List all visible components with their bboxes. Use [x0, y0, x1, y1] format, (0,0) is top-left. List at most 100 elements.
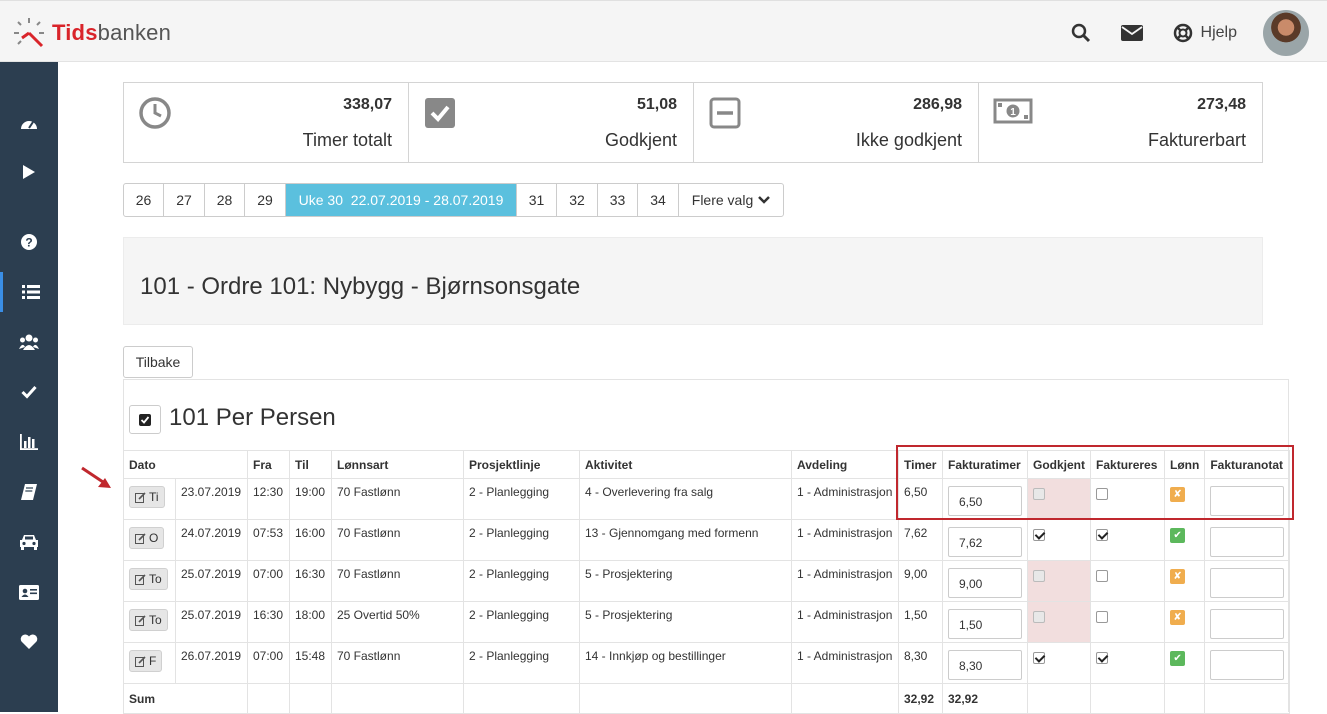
col-header-godkjent[interactable]: Godkjent — [1026, 450, 1092, 479]
faktureres-checkbox[interactable] — [1096, 529, 1109, 541]
stat-label: Fakturerbart — [1147, 130, 1246, 150]
users-icon — [19, 334, 39, 350]
week-27[interactable]: 27 — [164, 184, 205, 216]
fakturanotat-input[interactable] — [1210, 486, 1285, 516]
sidebar-item-idcard[interactable] — [0, 572, 58, 612]
week-current[interactable]: Uke 30 22.07.2019 - 28.07.2019 — [286, 184, 517, 216]
edit-icon — [135, 491, 146, 503]
edit-entry-button[interactable]: To — [129, 609, 168, 631]
col-header-fra[interactable]: Fra — [247, 450, 290, 479]
stat-value: 51,08 — [636, 96, 677, 113]
top-bar: Tidsbanken Hjelp — [0, 0, 1327, 62]
cell-fra: 12:30 — [247, 478, 290, 520]
sum-row: Sum 32,92 32,92 — [123, 683, 1291, 714]
fakturanotat-input[interactable] — [1210, 650, 1285, 680]
faktureres-checkbox[interactable] — [1096, 652, 1109, 664]
week-29[interactable]: 29 — [245, 184, 286, 216]
stat-label: Timer totalt — [302, 130, 392, 150]
edit-entry-button[interactable]: O — [129, 527, 165, 549]
sidebar-item-play[interactable] — [0, 152, 58, 192]
cell-fra: 07:53 — [247, 519, 290, 561]
sidebar-item-car[interactable] — [0, 522, 58, 562]
stat-value: 286,98 — [913, 96, 962, 113]
cell-date: 25.07.2019 — [175, 560, 248, 602]
cell-lonnsart: 70 Fastlønn — [331, 642, 464, 684]
sidebar-item-book[interactable] — [0, 472, 58, 512]
sidebar-item-approve[interactable] — [0, 372, 58, 412]
logo[interactable]: Tidsbanken — [12, 16, 171, 50]
more-options-button[interactable]: Flere valg — [679, 184, 783, 216]
envelope-icon[interactable] — [1120, 25, 1143, 41]
cell-date: 24.07.2019 — [175, 519, 248, 561]
cell-lonnsart: 70 Fastlønn — [331, 560, 464, 602]
sidebar-item-help[interactable]: ? — [0, 222, 58, 262]
sidebar-item-users[interactable] — [0, 322, 58, 362]
week-33[interactable]: 33 — [598, 184, 638, 216]
stat-value: 338,07 — [343, 96, 392, 113]
fakturatimer-input[interactable]: 9,00 — [948, 568, 1022, 598]
fakturatimer-input[interactable]: 8,30 — [948, 650, 1022, 680]
select-all-checkbox[interactable] — [129, 405, 161, 434]
cell-lonnsart: 70 Fastlønn — [331, 478, 464, 520]
cell-prosjektlinje: 2 - Planlegging — [463, 519, 580, 561]
godkjent-checkbox[interactable] — [1033, 570, 1045, 582]
col-header-fakturatimer[interactable]: Fakturatimer — [942, 450, 1028, 479]
godkjent-checkbox[interactable] — [1033, 611, 1045, 623]
col-header-timer[interactable]: Timer — [898, 450, 943, 479]
sidebar-item-dashboard[interactable] — [0, 104, 58, 144]
sidebar-item-list[interactable] — [0, 272, 58, 312]
edit-entry-button[interactable]: F — [129, 650, 163, 672]
faktureres-checkbox[interactable] — [1096, 570, 1109, 582]
cell-fra: 16:30 — [247, 601, 290, 643]
week-pagination: 26 27 28 29 Uke 30 22.07.2019 - 28.07.20… — [123, 183, 784, 217]
week-32[interactable]: 32 — [557, 184, 598, 216]
godkjent-checkbox[interactable] — [1033, 652, 1045, 664]
back-button[interactable]: Tilbake — [123, 346, 193, 378]
fakturatimer-input[interactable]: 1,50 — [948, 609, 1022, 639]
week-26[interactable]: 26 — [124, 184, 164, 216]
fakturanotat-input[interactable] — [1210, 609, 1285, 639]
sidebar-item-favorites[interactable] — [0, 622, 58, 662]
lonn-not-approved-icon[interactable]: ✘ — [1170, 610, 1186, 625]
lonn-not-approved-icon[interactable]: ✘ — [1170, 487, 1186, 502]
lonn-not-approved-icon[interactable]: ✘ — [1170, 569, 1186, 584]
logo-text-part1: Tids — [52, 20, 98, 45]
edit-entry-button[interactable]: To — [129, 568, 168, 590]
cell-avdeling: 1 - Administrasjon — [791, 478, 899, 520]
lonn-approved-icon[interactable]: ✔ — [1170, 528, 1186, 543]
cell-fra: 07:00 — [247, 560, 290, 602]
godkjent-checkbox[interactable] — [1033, 488, 1045, 500]
cell-avdeling: 1 - Administrasjon — [791, 601, 899, 643]
edit-entry-button[interactable]: Ti — [129, 486, 165, 508]
col-header-fakturanotat[interactable]: Fakturanotat — [1204, 450, 1291, 479]
cell-avdeling: 1 - Administrasjon — [791, 519, 899, 561]
fakturanotat-input[interactable] — [1210, 527, 1285, 557]
help-button[interactable]: Hjelp — [1173, 23, 1237, 43]
avatar[interactable] — [1263, 10, 1309, 56]
search-icon[interactable] — [1071, 23, 1091, 43]
col-header-lonn[interactable]: Lønn — [1164, 450, 1206, 479]
table-row: To 25.07.2019 07:00 16:30 70 Fastlønn 2 - Pla… — [123, 560, 1291, 602]
col-header-dato[interactable]: Dato — [123, 450, 248, 479]
svg-text:?: ? — [25, 236, 32, 250]
table-row: F 26.07.2019 07:00 15:48 70 Fastlønn 2 - Plan… — [123, 642, 1291, 684]
col-header-lonnsart[interactable]: Lønnsart — [331, 450, 464, 479]
col-header-prosjektlinje[interactable]: Prosjektlinje — [463, 450, 580, 479]
lonn-approved-icon[interactable]: ✔ — [1170, 651, 1186, 666]
col-header-aktivitet[interactable]: Aktivitet — [579, 450, 792, 479]
faktureres-checkbox[interactable] — [1096, 611, 1109, 623]
fakturatimer-input[interactable]: 7,62 — [948, 527, 1022, 557]
fakturatimer-input[interactable]: 6,50 — [948, 486, 1022, 516]
godkjent-checkbox[interactable] — [1033, 529, 1045, 541]
sidebar-item-reports[interactable] — [0, 422, 58, 462]
chevron-down-icon — [758, 196, 771, 204]
col-header-faktureres[interactable]: Faktureres — [1090, 450, 1166, 479]
col-header-til[interactable]: Til — [289, 450, 332, 479]
week-31[interactable]: 31 — [517, 184, 557, 216]
faktureres-checkbox[interactable] — [1096, 488, 1109, 500]
week-28[interactable]: 28 — [205, 184, 245, 216]
fakturanotat-input[interactable] — [1210, 568, 1285, 598]
col-header-avdeling[interactable]: Avdeling — [791, 450, 899, 479]
order-title: 101 - Ordre 101: Nybygg - Bjørnsonsgate — [140, 273, 581, 300]
week-34[interactable]: 34 — [638, 184, 679, 216]
